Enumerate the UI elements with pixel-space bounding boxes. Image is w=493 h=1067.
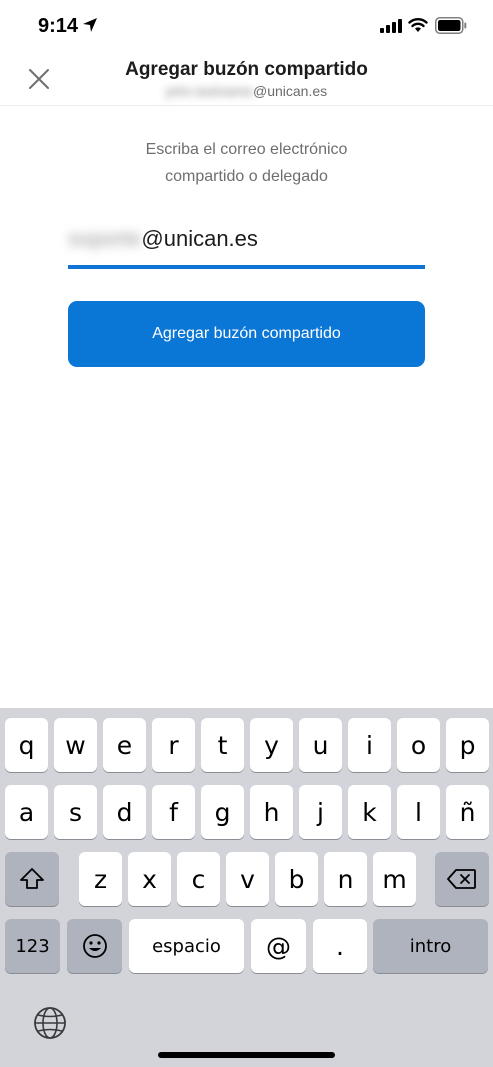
key-z[interactable]: z xyxy=(79,852,122,906)
location-arrow-icon xyxy=(83,18,97,32)
cellular-signal-icon xyxy=(380,19,402,33)
at-key[interactable]: @ xyxy=(251,919,306,973)
shift-icon xyxy=(20,868,44,889)
key-a[interactable]: a xyxy=(5,785,48,839)
numbers-key[interactable]: 123 xyxy=(5,919,60,973)
backspace-icon xyxy=(447,869,476,889)
instructions-text: Escriba el correo electrónico compartido… xyxy=(90,136,403,190)
shift-key[interactable] xyxy=(5,852,59,906)
key-g[interactable]: g xyxy=(201,785,244,839)
key-q[interactable]: q xyxy=(5,718,48,772)
key-h[interactable]: h xyxy=(250,785,293,839)
add-shared-mailbox-button[interactable]: Agregar buzón compartido xyxy=(68,301,425,367)
account-domain: @unican.es xyxy=(253,83,328,99)
key-d[interactable]: d xyxy=(103,785,146,839)
key-c[interactable]: c xyxy=(177,852,220,906)
key-t[interactable]: t xyxy=(201,718,244,772)
page-title: Agregar buzón compartido xyxy=(125,59,368,80)
emoji-key[interactable] xyxy=(67,919,122,973)
key-b[interactable]: b xyxy=(275,852,318,906)
key-w[interactable]: w xyxy=(54,718,97,772)
key-u[interactable]: u xyxy=(299,718,342,772)
key-l[interactable]: l xyxy=(397,785,440,839)
key-f[interactable]: f xyxy=(152,785,195,839)
key-n-tilde[interactable]: ñ xyxy=(446,785,489,839)
header: Agregar buzón compartido john.lastname@u… xyxy=(0,54,493,106)
key-r[interactable]: r xyxy=(152,718,195,772)
return-key[interactable]: intro xyxy=(373,919,488,973)
backspace-key[interactable] xyxy=(435,852,489,906)
home-indicator xyxy=(158,1052,335,1058)
emoji-icon xyxy=(82,934,107,958)
battery-icon xyxy=(435,17,467,34)
key-i[interactable]: i xyxy=(348,718,391,772)
key-e[interactable]: e xyxy=(103,718,146,772)
key-v[interactable]: v xyxy=(226,852,269,906)
globe-icon[interactable] xyxy=(31,1004,69,1042)
email-local-part-blurred: soporte xyxy=(68,226,142,251)
key-n[interactable]: n xyxy=(324,852,367,906)
space-key[interactable]: espacio xyxy=(129,919,244,973)
keyboard: q w e r t y u i o p a s d f g h j k l ñ … xyxy=(0,708,493,1067)
instructions-line-1: Escriba el correo electrónico xyxy=(145,141,348,158)
email-input[interactable]: soporte@unican.es xyxy=(68,222,425,269)
dot-key[interactable]: . xyxy=(313,919,367,973)
key-m[interactable]: m xyxy=(373,852,416,906)
account-subtitle: john.lastname@unican.es xyxy=(0,83,493,99)
account-name-blurred: john.lastname xyxy=(165,83,253,99)
status-time: 9:14 xyxy=(38,15,79,37)
wifi-icon xyxy=(408,18,428,32)
email-domain: @unican.es xyxy=(141,226,258,251)
key-o[interactable]: o xyxy=(397,718,440,772)
key-p[interactable]: p xyxy=(446,718,489,772)
instructions-line-2: compartido o delegado xyxy=(165,168,328,185)
key-s[interactable]: s xyxy=(54,785,97,839)
status-bar: 9:14 xyxy=(0,0,493,54)
key-x[interactable]: x xyxy=(128,852,171,906)
key-j[interactable]: j xyxy=(299,785,342,839)
key-y[interactable]: y xyxy=(250,718,293,772)
key-k[interactable]: k xyxy=(348,785,391,839)
